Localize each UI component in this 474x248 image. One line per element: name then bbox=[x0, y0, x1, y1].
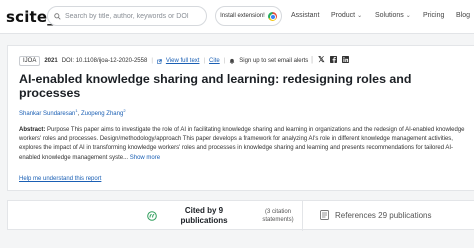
view-full-text-link[interactable]: View full text bbox=[166, 58, 200, 64]
citation-quote-icon bbox=[147, 211, 157, 221]
separator: | bbox=[203, 58, 206, 64]
email-alerts-link[interactable]: Sign up to set email alerts bbox=[239, 58, 308, 64]
facebook-icon[interactable] bbox=[329, 56, 337, 63]
search-box[interactable] bbox=[47, 6, 207, 26]
help-understand-report-link[interactable]: Help me understand this report bbox=[19, 176, 101, 182]
nav-product-label: Product bbox=[331, 12, 356, 19]
abstract: Abstract: Purpose This paper aims to inv… bbox=[19, 126, 469, 163]
bell-icon bbox=[229, 58, 235, 64]
cite-link[interactable]: Cite bbox=[209, 58, 220, 64]
install-extension-label: Install extension! bbox=[220, 13, 265, 19]
author-link[interactable]: Zuopeng Zhang bbox=[81, 111, 123, 117]
chrome-icon bbox=[267, 11, 277, 21]
nav-assistant[interactable]: Assistant bbox=[291, 12, 319, 19]
cited-by-count[interactable]: Cited by 9 publications bbox=[176, 206, 232, 225]
citation-stats-bar: Cited by 9 publications (3 citation stat… bbox=[7, 200, 474, 231]
linkedin-icon[interactable] bbox=[341, 56, 349, 63]
nav-pricing[interactable]: Pricing bbox=[423, 12, 444, 19]
nav-solutions-label: Solutions bbox=[375, 12, 404, 19]
citation-statements-count: (3 citation statements) bbox=[262, 209, 294, 223]
article-title: AI-enabled knowledge sharing and learnin… bbox=[19, 72, 412, 100]
separator: | bbox=[151, 58, 153, 64]
social-share: | 𝕏 bbox=[311, 55, 349, 64]
author-link[interactable]: Shankar Sundaresan bbox=[19, 111, 75, 117]
chevron-down-icon: ⌄ bbox=[405, 13, 411, 19]
nav-assistant-label: Assistant bbox=[291, 12, 320, 19]
install-extension-button[interactable]: Install extension! bbox=[215, 6, 282, 26]
twitter-icon[interactable]: 𝕏 bbox=[318, 55, 324, 64]
publication-year: 2021 bbox=[44, 58, 58, 64]
author-affiliation-number: 2 bbox=[123, 108, 126, 113]
top-navigation-bar: scite_ Install extension! Assistant Prod… bbox=[0, 0, 474, 34]
references-count[interactable]: References 29 publications bbox=[335, 211, 432, 220]
separator: | bbox=[311, 55, 314, 64]
chevron-down-icon: ⌄ bbox=[357, 13, 363, 19]
search-icon bbox=[54, 12, 61, 20]
doi-text[interactable]: DOI: 10.1108/ijoa-12-2020-2558 bbox=[62, 58, 148, 64]
nav-pricing-label: Pricing bbox=[423, 12, 445, 19]
separator: | bbox=[223, 58, 226, 64]
abstract-text: Purpose This paper aims to investigate t… bbox=[19, 127, 465, 161]
author-list: Shankar Sundaresan1, Zuopeng Zhang2 bbox=[19, 108, 126, 117]
nav-blog-label: Blog bbox=[456, 12, 471, 19]
nav-blog[interactable]: Blog bbox=[456, 12, 470, 19]
show-more-link[interactable]: Show more bbox=[130, 155, 160, 161]
nav-product[interactable]: Product ⌄ bbox=[331, 12, 362, 19]
nav-solutions[interactable]: Solutions ⌄ bbox=[375, 12, 411, 19]
article-card: IJOA 2021 DOI: 10.1108/ijoa-12-2020-2558… bbox=[7, 45, 474, 191]
references-icon bbox=[320, 210, 329, 220]
journal-tag[interactable]: IJOA bbox=[19, 56, 41, 66]
article-meta-row: IJOA 2021 DOI: 10.1108/ijoa-12-2020-2558… bbox=[19, 56, 308, 66]
divider bbox=[302, 201, 303, 231]
abstract-label: Abstract: bbox=[19, 127, 46, 133]
external-link-icon bbox=[157, 58, 162, 64]
search-input[interactable] bbox=[65, 12, 203, 20]
